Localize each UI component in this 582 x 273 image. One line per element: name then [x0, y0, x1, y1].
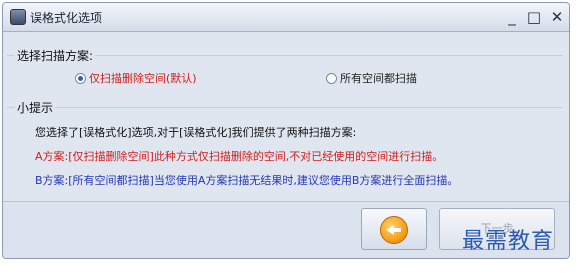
- minimize-button[interactable]: _: [501, 7, 523, 27]
- radio-option-deleted-space[interactable]: 仅扫描删除空间(默认): [75, 70, 197, 86]
- tips-group: 小提示 您选择了[误格式化]选项,对于[误格式化]我们提供了两种扫描方案: A方…: [7, 99, 563, 200]
- scan-plan-legend: 选择扫描方案:: [15, 47, 96, 64]
- radio-label-deleted-space: 仅扫描删除空间(默认): [89, 72, 197, 85]
- dialog-window: 误格式化选项 _ □ ✕ 选择扫描方案: 仅扫描删除空间(默认) 所有空间都扫描…: [2, 2, 570, 259]
- maximize-button[interactable]: □: [523, 7, 545, 27]
- tip-intro: 您选择了[误格式化]选项,对于[误格式化]我们提供了两种扫描方案:: [35, 126, 357, 139]
- scan-plan-group: 选择扫描方案: 仅扫描删除空间(默认) 所有空间都扫描: [7, 47, 563, 92]
- radio-unchecked-icon[interactable]: [326, 72, 337, 84]
- back-button[interactable]: [361, 208, 427, 250]
- radio-option-all-space[interactable]: 所有空间都扫描: [326, 70, 417, 86]
- tip-plan-a: A方案:[仅扫描删除空间]此种方式仅扫描删除的空间,不对已经使用的空间进行扫描。: [35, 150, 444, 163]
- radio-label-all-space: 所有空间都扫描: [340, 72, 417, 85]
- back-arrow-icon: [380, 216, 408, 244]
- tip-plan-b: B方案:[所有空间都扫描]当您使用A方案扫描无结果时,建议您使用B方案进行全面扫…: [35, 174, 459, 187]
- app-icon: [10, 9, 26, 25]
- radio-checked-icon[interactable]: [75, 72, 86, 84]
- title-bar[interactable]: 误格式化选项 _ □ ✕: [3, 3, 569, 32]
- watermark-logo: 最需教育: [462, 229, 555, 254]
- tips-legend: 小提示: [15, 99, 56, 116]
- window-title: 误格式化选项: [30, 11, 103, 25]
- close-button[interactable]: ✕: [546, 7, 568, 27]
